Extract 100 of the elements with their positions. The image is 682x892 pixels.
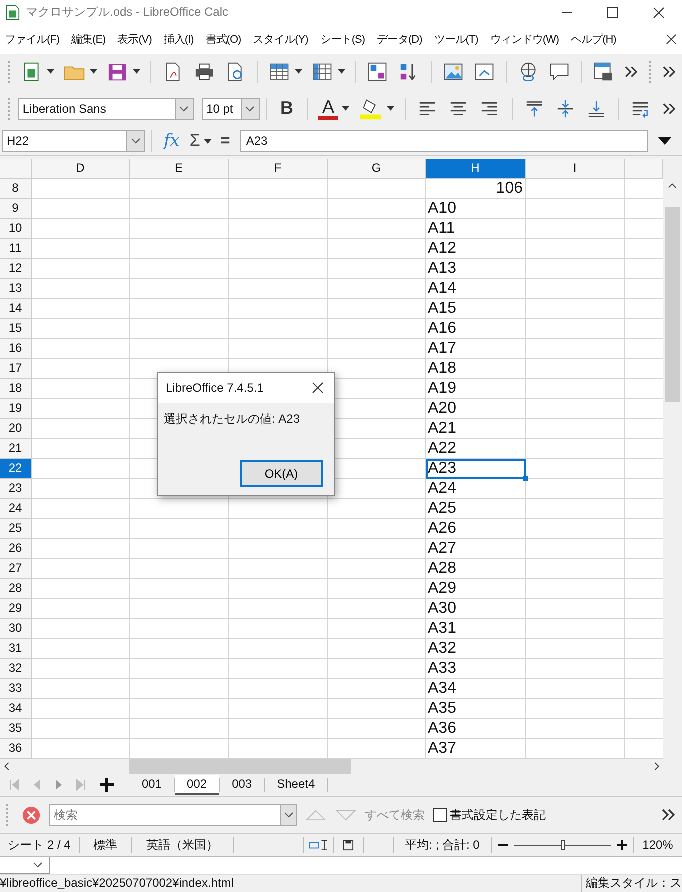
row-header[interactable]: 26: [0, 539, 32, 560]
row-header[interactable]: 28: [0, 579, 32, 600]
menu-item[interactable]: データ(D): [377, 32, 422, 48]
row-header[interactable]: 17: [0, 359, 32, 380]
close-icon[interactable]: [653, 6, 665, 19]
sheet-tab[interactable]: 002: [175, 775, 220, 796]
cell-value: A11: [428, 220, 456, 238]
column-header[interactable]: D: [32, 159, 130, 180]
sheet-tab[interactable]: 001: [130, 775, 174, 796]
checkbox[interactable]: [433, 808, 447, 822]
caret-icon[interactable]: [47, 69, 55, 74]
add-sheet-icon[interactable]: [100, 778, 114, 792]
menu-item[interactable]: 編集(E): [72, 32, 106, 48]
dropdown-button[interactable]: [280, 804, 297, 826]
row-header[interactable]: 20: [0, 419, 32, 440]
function-wizard-button[interactable]: fx: [164, 131, 180, 152]
cell-value: 106: [496, 180, 523, 198]
close-document-icon[interactable]: [666, 34, 677, 46]
scrollbar-thumb[interactable]: [129, 759, 351, 774]
row-header[interactable]: 19: [0, 399, 32, 420]
dialog-message: 選択されたセルの値: A23: [164, 411, 302, 428]
row-header[interactable]: 34: [0, 699, 32, 720]
zoom-slider-thumb[interactable]: [560, 840, 564, 850]
close-icon[interactable]: [312, 382, 324, 394]
formula-button[interactable]: =: [220, 131, 230, 152]
row-header[interactable]: 18: [0, 379, 32, 400]
bold-button[interactable]: B: [276, 98, 298, 120]
chevron-icon[interactable]: [662, 102, 676, 115]
row-header[interactable]: 16: [0, 339, 32, 360]
font-name-field[interactable]: Liberation Sans: [18, 98, 194, 120]
row-header[interactable]: 9: [0, 199, 32, 220]
zoom-in-icon[interactable]: [617, 840, 627, 850]
row-header[interactable]: 21: [0, 439, 32, 460]
row-header[interactable]: 8: [0, 179, 32, 200]
zoom-level[interactable]: 120%: [634, 837, 682, 854]
column-header[interactable]: E: [130, 159, 229, 180]
menu-item[interactable]: ファイル(F): [5, 32, 60, 48]
menu-item[interactable]: 表示(V): [118, 32, 152, 48]
sheet-tab[interactable]: 003: [220, 775, 264, 796]
column-header[interactable]: H: [426, 159, 526, 180]
row-header[interactable]: 31: [0, 639, 32, 660]
scrollbar-thumb[interactable]: [665, 207, 680, 402]
caret-icon[interactable]: [132, 69, 140, 74]
chevron-icon[interactable]: [662, 809, 676, 822]
row-header[interactable]: 25: [0, 519, 32, 540]
caret-icon[interactable]: [204, 138, 212, 144]
row-header[interactable]: 33: [0, 679, 32, 700]
menu-item[interactable]: ウィンドウ(W): [490, 32, 560, 48]
row-header[interactable]: 23: [0, 479, 32, 500]
row-header[interactable]: 15: [0, 319, 32, 340]
sum-button[interactable]: Σ: [190, 131, 200, 152]
sheet-indicator: シート 2 / 4: [0, 837, 80, 854]
row-header[interactable]: 32: [0, 659, 32, 680]
expand-icon[interactable]: [658, 137, 672, 146]
column-header[interactable]: I: [526, 159, 625, 180]
menu-item[interactable]: シート(S): [320, 32, 366, 48]
row-header[interactable]: 12: [0, 259, 32, 280]
row-header[interactable]: 14: [0, 299, 32, 320]
row-header[interactable]: 11: [0, 239, 32, 260]
menu-item[interactable]: 挿入(I): [164, 32, 194, 48]
chevron-icon[interactable]: [662, 66, 676, 78]
row-header[interactable]: 13: [0, 279, 32, 300]
caret-icon[interactable]: [342, 106, 350, 112]
chevron-icon[interactable]: [625, 66, 639, 78]
caret-icon[interactable]: [294, 69, 303, 74]
cell-value: A25: [428, 500, 456, 518]
row-header[interactable]: 36: [0, 739, 32, 760]
menu-item[interactable]: ヘルプ(H): [571, 32, 616, 48]
scroll-left-icon[interactable]: [4, 762, 10, 772]
selection-mode-icon: [308, 840, 330, 851]
maximize-icon[interactable]: [607, 6, 619, 19]
checkbox-label[interactable]: 書式設定した表記: [450, 806, 546, 824]
row-header[interactable]: 24: [0, 499, 32, 520]
column-header[interactable]: G: [328, 159, 426, 180]
scroll-up-icon[interactable]: [668, 183, 677, 190]
page-style: 標準: [80, 837, 132, 854]
formula-input[interactable]: A23: [240, 130, 648, 152]
row-header[interactable]: 30: [0, 619, 32, 640]
menu-item[interactable]: ツール(T): [434, 32, 478, 48]
caret-icon[interactable]: [338, 69, 346, 74]
row-header[interactable]: 22: [0, 459, 32, 480]
caret-icon[interactable]: [90, 69, 98, 74]
scroll-right-icon[interactable]: [654, 762, 660, 772]
search-field[interactable]: 検索: [49, 804, 280, 826]
row-header[interactable]: 10: [0, 219, 32, 240]
row-header[interactable]: 35: [0, 719, 32, 740]
name-box[interactable]: H22: [2, 130, 145, 152]
pivot-table-icon[interactable]: [593, 60, 614, 83]
row-header[interactable]: 27: [0, 559, 32, 580]
column-header[interactable]: F: [229, 159, 328, 180]
caret-icon[interactable]: [387, 106, 396, 112]
row-header[interactable]: 29: [0, 599, 32, 620]
menu-item[interactable]: 書式(O): [206, 32, 242, 48]
font-size-field[interactable]: 10 pt: [202, 98, 260, 120]
font-color-button[interactable]: A: [318, 98, 338, 120]
close-find-bar-icon[interactable]: [22, 806, 41, 825]
menu-item[interactable]: スタイル(Y): [253, 32, 308, 48]
ok-button[interactable]: OK(A): [240, 460, 323, 488]
sheet-tab[interactable]: Sheet4: [265, 775, 328, 796]
file-path: ¥libreoffice_basic¥20250707002¥index.html: [0, 876, 235, 890]
